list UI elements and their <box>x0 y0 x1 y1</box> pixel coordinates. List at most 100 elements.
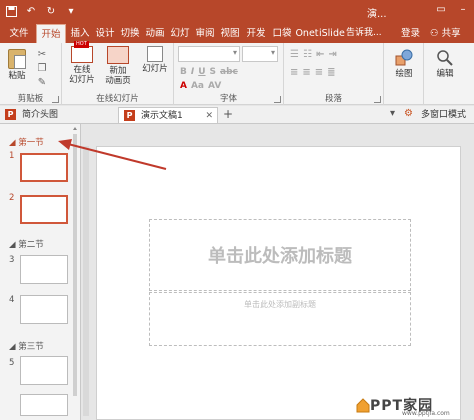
section-2-label: 第二节 <box>18 240 44 250</box>
title-placeholder[interactable]: 单击此处添加标题 <box>149 219 411 291</box>
shapes-icon <box>395 49 413 66</box>
redo-icon[interactable]: ↻ <box>44 4 58 18</box>
align-left-icon[interactable]: ≡ <box>290 67 298 78</box>
slide-editing-canvas: 单击此处添加标题 单击此处添加副标题 <box>82 124 474 420</box>
align-right-icon[interactable]: ≡ <box>315 67 323 78</box>
ribbon-home: 粘贴 ✂ ❐ ✎ 剪贴板 在线 幻灯片 新加 动画页 幻灯片 在线幻灯片 B I <box>0 41 474 105</box>
tab-design[interactable]: 设计 <box>93 24 117 43</box>
doc-tab-intro[interactable]: P 简介头图 <box>0 107 112 123</box>
font-group: B I U S abc A Aa AV 字体 <box>174 43 284 105</box>
spacing-icon[interactable]: AV <box>208 81 221 91</box>
copy-icon[interactable]: ❐ <box>36 63 48 75</box>
tell-me-search[interactable]: 告诉我... <box>346 24 382 43</box>
multi-window-mode[interactable]: 多窗口模式 <box>421 107 466 123</box>
tab-developer[interactable]: 开发 <box>243 24 269 43</box>
slide-thumbnail-pane: ◢ 第一节 1 2 ◢ 第二节 3 4 ◢ 第三节 5 <box>0 124 81 420</box>
tab-menu-icon[interactable]: ▾ <box>390 108 395 119</box>
save-icon[interactable] <box>4 4 18 18</box>
tab-islide[interactable]: iSlide <box>319 24 345 43</box>
section-header-2[interactable]: ◢ 第二节 <box>9 238 44 250</box>
canvas-scrollbar[interactable] <box>82 146 90 416</box>
section-header-1[interactable]: ◢ 第一节 <box>9 136 44 148</box>
collapse-section-icon[interactable]: ◢ <box>9 240 16 250</box>
slide-thumbnail-1[interactable] <box>20 153 68 182</box>
drawing-group: 绘图 <box>384 43 424 105</box>
font-name-select[interactable] <box>178 46 240 62</box>
font-color-row: A Aa AV <box>180 81 221 91</box>
ribbon-display-icon[interactable]: ▭ <box>434 3 448 17</box>
minimize-icon[interactable]: – <box>456 3 470 17</box>
online-slides-icon <box>71 41 93 63</box>
online-slides-button[interactable]: 在线 幻灯片 <box>66 41 98 85</box>
settings-gear-icon[interactable]: ⚙ <box>404 108 413 119</box>
person-icon: ⚇ <box>430 28 439 39</box>
ppt-file-icon: P <box>5 109 16 120</box>
document-tabs-bar: P 简介头图 P 演示文稿1 ✕ + ▾ ⚙ 多窗口模式 <box>0 106 474 124</box>
underline-icon[interactable]: U <box>198 67 205 77</box>
collapse-section-icon[interactable]: ◢ <box>9 138 16 148</box>
align-center-icon[interactable]: ≡ <box>302 67 310 78</box>
paste-icon <box>8 49 26 69</box>
slide-thumbnail-6[interactable] <box>20 394 68 416</box>
window-controls: ▭ – <box>434 3 470 17</box>
ribbon-tabs: 文件 开始 插入 设计 切换 动画 幻灯 审阅 视图 开发 口袋 Onet iS… <box>0 24 474 43</box>
document-title: 演... <box>367 9 387 20</box>
font-color-icon[interactable]: A <box>180 81 187 91</box>
outdent-icon[interactable]: ⇥ <box>328 49 336 60</box>
doc-tab-presentation[interactable]: P 演示文稿1 ✕ <box>118 107 218 123</box>
paragraph-launcher-icon[interactable] <box>374 96 381 103</box>
slide-thumbnail-3[interactable] <box>20 255 68 284</box>
paste-button[interactable]: 粘贴 <box>6 49 28 81</box>
numbering-icon[interactable]: ☷ <box>303 49 312 60</box>
house-logo-icon <box>356 398 370 413</box>
slides-button[interactable]: 幻灯片 <box>138 46 172 74</box>
editing-button[interactable]: 编辑 <box>428 49 462 79</box>
doc-tab-intro-label: 简介头图 <box>22 110 59 120</box>
clipboard-launcher-icon[interactable] <box>52 96 59 103</box>
shadow-icon[interactable]: S <box>210 67 216 77</box>
tab-transitions[interactable]: 切换 <box>118 24 142 43</box>
format-painter-icon[interactable]: ✎ <box>36 77 48 89</box>
slide-number-4: 4 <box>9 295 15 305</box>
tab-review[interactable]: 审阅 <box>193 24 217 43</box>
undo-icon[interactable]: ↶ <box>24 4 38 18</box>
new-animation-label-2: 动画页 <box>105 76 131 86</box>
new-tab-icon[interactable]: + <box>223 107 233 121</box>
paragraph-group-label: 段落 <box>324 94 342 104</box>
tab-animations[interactable]: 动画 <box>143 24 167 43</box>
cut-icon[interactable]: ✂ <box>36 49 48 61</box>
case-icon[interactable]: Aa <box>191 81 204 91</box>
strike-icon[interactable]: abc <box>220 67 238 77</box>
thumbnail-scrollbar[interactable] <box>72 126 78 406</box>
slide-number-2: 2 <box>9 193 15 203</box>
tab-onekey[interactable]: Onet <box>295 24 319 43</box>
login-link[interactable]: 登录 <box>401 24 420 43</box>
list-row: ☰ ☷ ⇤ ⇥ <box>290 49 337 60</box>
bold-icon[interactable]: B <box>180 67 187 77</box>
bullets-icon[interactable]: ☰ <box>290 49 299 60</box>
tab-file[interactable]: 文件 <box>4 24 34 43</box>
slide-number-5: 5 <box>9 358 15 368</box>
new-animation-page-button[interactable]: 新加 动画页 <box>102 46 134 86</box>
slide-thumbnail-2[interactable] <box>20 195 68 224</box>
font-size-select[interactable] <box>242 46 278 62</box>
drawing-button[interactable]: 绘图 <box>388 49 420 79</box>
subtitle-placeholder[interactable]: 单击此处添加副标题 <box>149 292 411 346</box>
section-header-3[interactable]: ◢ 第三节 <box>9 340 44 352</box>
tab-view[interactable]: 视图 <box>218 24 242 43</box>
share-button[interactable]: ⚇ 共享 <box>430 24 461 43</box>
slide-thumbnail-5[interactable] <box>20 356 68 385</box>
italic-icon[interactable]: I <box>191 67 194 77</box>
justify-icon[interactable]: ≣ <box>327 67 335 78</box>
tab-pocket[interactable]: 口袋 <box>270 24 294 43</box>
font-launcher-icon[interactable] <box>274 96 281 103</box>
slide-thumbnail-4[interactable] <box>20 295 68 324</box>
tab-home[interactable]: 开始 <box>36 24 66 43</box>
indent-icon[interactable]: ⇤ <box>316 49 324 60</box>
customize-qat-icon[interactable]: ▾ <box>64 4 78 18</box>
close-tab-icon[interactable]: ✕ <box>205 108 213 124</box>
font-group-label: 字体 <box>219 94 237 104</box>
current-slide[interactable]: 单击此处添加标题 单击此处添加副标题 <box>96 146 461 420</box>
collapse-section-icon[interactable]: ◢ <box>9 342 16 352</box>
tab-slideshow[interactable]: 幻灯 <box>168 24 192 43</box>
